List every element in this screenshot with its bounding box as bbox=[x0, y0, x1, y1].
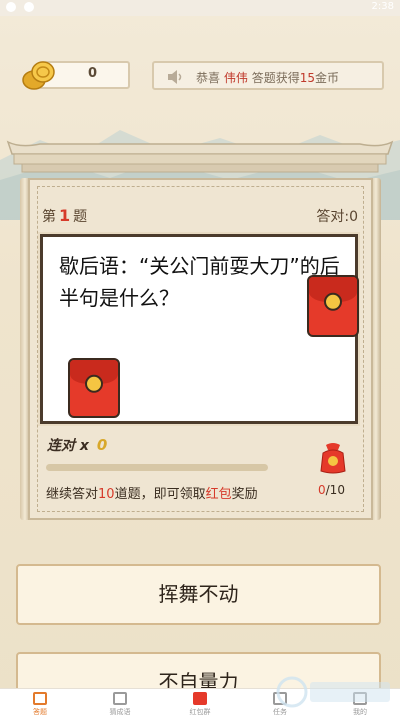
question-text: 歇后语：“关公门前耍大刀”的后半句是什么？ bbox=[59, 254, 340, 310]
tab-idiom[interactable]: 猜成语 bbox=[80, 689, 160, 719]
red-packet-icon bbox=[85, 374, 103, 393]
red-packet-button[interactable] bbox=[307, 275, 359, 337]
tab-label: 红包群 bbox=[189, 708, 211, 716]
red-envelope-bag-icon[interactable] bbox=[318, 441, 348, 475]
status-bar: 2:38 bbox=[0, 0, 400, 16]
streak-counter: 连对 x0 bbox=[47, 436, 108, 454]
tab-label: 答题 bbox=[33, 708, 47, 716]
coin-balance: 0 bbox=[22, 58, 132, 91]
coin-value: 0 bbox=[88, 66, 98, 81]
tab-red-packet-group[interactable]: 红包群 bbox=[160, 689, 240, 719]
streak-progress-bar bbox=[46, 464, 268, 471]
reward-tip: 继续答对10道题，即可领取红包奖励 bbox=[46, 487, 258, 502]
status-time: 2:38 bbox=[371, 1, 394, 12]
tab-label: 猜成语 bbox=[109, 708, 131, 716]
tab-quiz[interactable]: 答题 bbox=[0, 689, 80, 719]
red-packet-icon bbox=[324, 292, 342, 311]
idiom-icon bbox=[113, 692, 127, 705]
notification-icon bbox=[6, 2, 16, 12]
question-number: 第1题 bbox=[42, 206, 88, 225]
answer-option-1[interactable]: 挥舞不动 bbox=[16, 564, 381, 625]
announcement-text: 恭喜 伟伟 答题获得15金币 bbox=[196, 71, 339, 85]
notification-icon bbox=[24, 2, 34, 12]
speaker-icon bbox=[168, 70, 182, 84]
gold-coins-icon bbox=[22, 61, 55, 90]
reward-progress-count: 0/10 bbox=[318, 483, 345, 497]
status-icons bbox=[6, 2, 34, 12]
pavilion-roof bbox=[6, 140, 394, 173]
watermark-logo bbox=[276, 676, 390, 708]
announcement-banner: 恭喜 伟伟 答题获得15金币 bbox=[152, 61, 384, 90]
quiz-icon bbox=[33, 692, 47, 705]
red-packet-button[interactable] bbox=[68, 358, 120, 418]
red-packet-icon bbox=[193, 692, 207, 705]
correct-count: 答对:0 bbox=[316, 209, 358, 225]
